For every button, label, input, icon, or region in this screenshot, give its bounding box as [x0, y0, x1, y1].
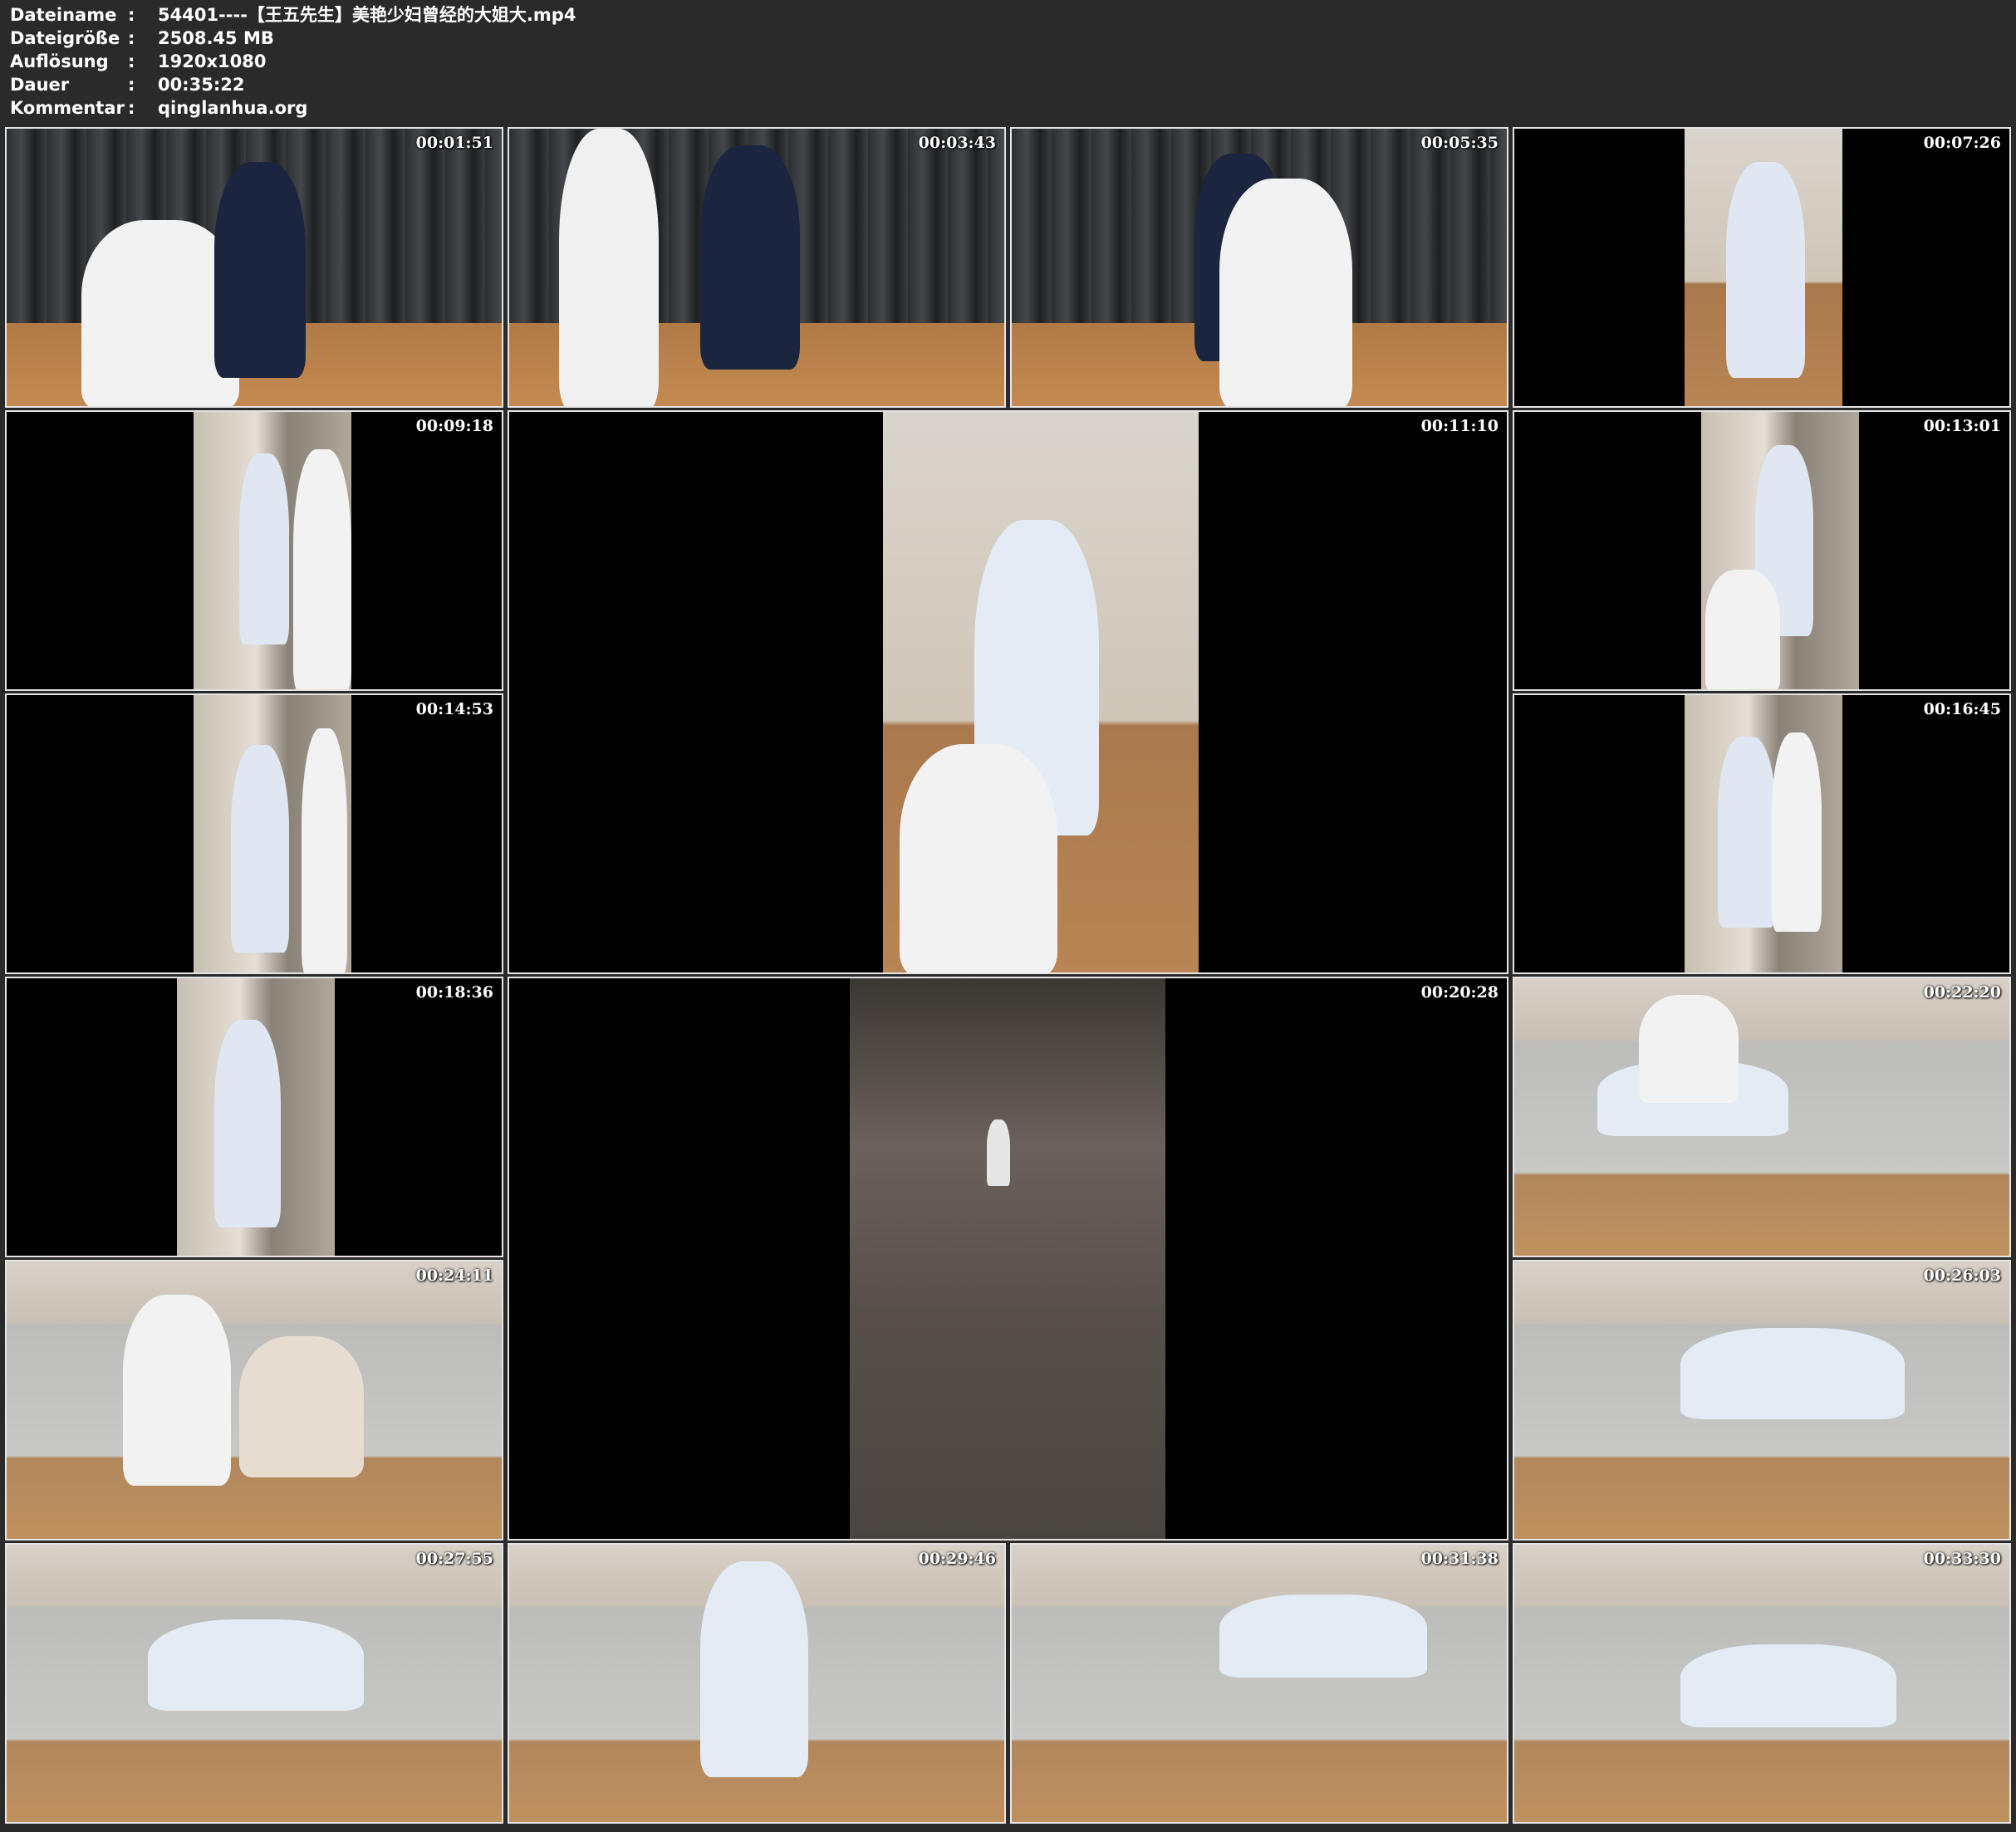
thumbnail-timestamp: 00:11:10 — [1420, 417, 1499, 435]
thumbnail-10[interactable]: 00:18:36 — [5, 977, 503, 1257]
person-figure — [1705, 570, 1780, 689]
thumbnail-timestamp: 00:05:35 — [1420, 134, 1499, 152]
thumbnail-timestamp: 00:03:43 — [918, 134, 996, 152]
thumbnail-timestamp: 00:26:03 — [1923, 1266, 2001, 1285]
thumbnail-17[interactable]: 00:31:38 — [1010, 1543, 1508, 1824]
thumbnail-timestamp: 00:01:51 — [415, 134, 493, 152]
thumbnail-15[interactable]: 00:27:55 — [5, 1543, 503, 1824]
person-figure — [1219, 179, 1352, 406]
thumbnail-9[interactable]: 00:16:45 — [1513, 693, 2011, 974]
person-figure — [214, 162, 306, 378]
thumbnail-2[interactable]: 00:03:43 — [508, 127, 1006, 408]
person-figure — [1680, 1328, 1905, 1419]
person-figure — [1772, 732, 1822, 932]
thumbnail-5[interactable]: 00:09:18 — [5, 410, 503, 691]
thumbnail-image — [850, 978, 1165, 1539]
person-figure — [293, 449, 351, 689]
thumbnail-14[interactable]: 00:26:03 — [1513, 1260, 2011, 1541]
person-figure — [1726, 162, 1805, 378]
thumbnail-timestamp: 00:31:38 — [1420, 1550, 1499, 1568]
person-figure — [1639, 995, 1739, 1103]
thumbnail-timestamp: 00:09:18 — [415, 417, 493, 435]
person-figure — [987, 1119, 1010, 1186]
thumbnail-timestamp: 00:29:46 — [918, 1550, 996, 1568]
thumbnail-16[interactable]: 00:29:46 — [508, 1543, 1006, 1824]
person-figure — [239, 453, 289, 644]
person-figure — [239, 1336, 364, 1477]
thumbnail-timestamp: 00:07:26 — [1923, 134, 2001, 152]
thumbnail-timestamp: 00:24:11 — [415, 1266, 493, 1285]
person-figure — [700, 145, 800, 370]
thumbnail-timestamp: 00:18:36 — [415, 983, 493, 1002]
thumbnail-7[interactable]: 00:13:01 — [1513, 410, 2011, 691]
thumbnail-timestamp: 00:33:30 — [1923, 1550, 2001, 1568]
thumbnail-13[interactable]: 00:24:11 — [5, 1260, 503, 1541]
person-figure — [302, 728, 347, 972]
thumbnail-timestamp: 00:27:55 — [415, 1550, 493, 1568]
thumbnail-timestamp: 00:20:28 — [1420, 983, 1499, 1002]
thumbnail-timestamp: 00:22:20 — [1923, 983, 2001, 1002]
thumbnail-timestamp: 00:13:01 — [1923, 417, 2001, 435]
thumbnail-grid: 00:01:51 00:03:43 00:05:35 00:07:26 00:0… — [0, 0, 2016, 1832]
thumbnail-image — [1012, 1545, 1507, 1822]
thumbnail-3[interactable]: 00:05:35 — [1010, 127, 1508, 408]
thumbnail-timestamp: 00:14:53 — [415, 700, 493, 718]
thumbnail-8[interactable]: 00:14:53 — [5, 693, 503, 974]
person-figure — [148, 1619, 364, 1711]
thumbnail-12[interactable]: 00:22:20 — [1513, 977, 2011, 1257]
person-figure — [1718, 737, 1776, 928]
person-figure — [559, 129, 659, 406]
thumbnail-6[interactable]: 00:11:10 — [508, 410, 1508, 974]
person-figure — [123, 1295, 231, 1486]
thumbnail-18[interactable]: 00:33:30 — [1513, 1543, 2011, 1824]
thumbnail-4[interactable]: 00:07:26 — [1513, 127, 2011, 408]
thumbnail-11[interactable]: 00:20:28 — [508, 977, 1508, 1541]
person-figure — [700, 1561, 808, 1777]
person-figure — [1680, 1644, 1896, 1727]
thumbnail-1[interactable]: 00:01:51 — [5, 127, 503, 408]
person-figure — [1219, 1594, 1427, 1678]
person-figure — [231, 745, 289, 953]
person-figure — [900, 744, 1057, 972]
person-figure — [214, 1020, 281, 1227]
thumbnail-timestamp: 00:16:45 — [1923, 700, 2001, 718]
